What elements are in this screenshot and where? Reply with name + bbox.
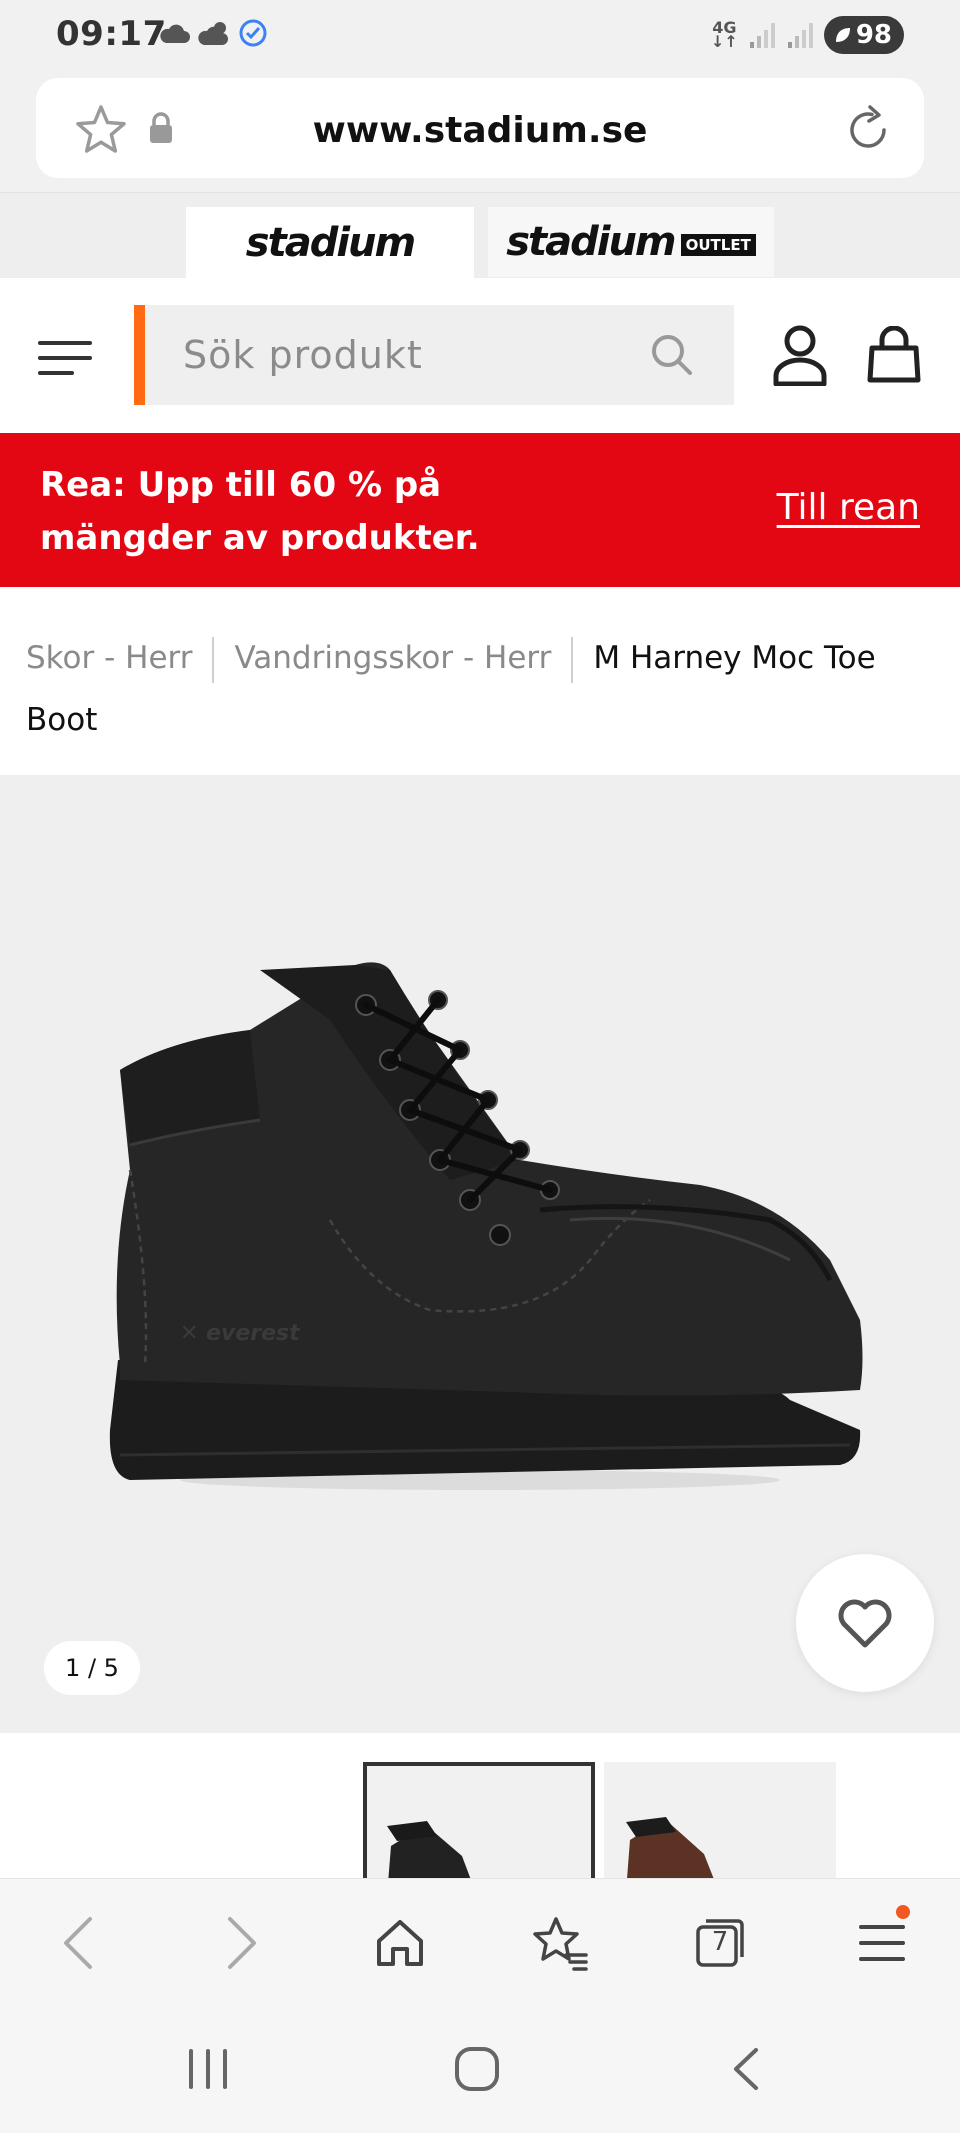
battery-icon: 98 xyxy=(823,16,904,54)
battery-level: 98 xyxy=(855,20,892,50)
system-back-icon xyxy=(734,2048,758,2090)
system-navigation-bar xyxy=(0,2003,960,2133)
home-icon xyxy=(377,1920,423,1966)
stadium-logo: stadium xyxy=(245,220,416,266)
breadcrumb-separator xyxy=(212,636,215,683)
thumbnail-2[interactable] xyxy=(604,1762,836,1878)
network-label: 4G ↓↑ xyxy=(711,20,738,51)
reload-icon[interactable] xyxy=(842,104,894,156)
tab-stadium-outlet[interactable]: stadium OUTLET xyxy=(488,207,774,277)
leaf-icon xyxy=(835,28,850,42)
tabs-button[interactable]: 7 xyxy=(688,1911,752,1975)
check-circle-icon xyxy=(239,19,267,47)
status-time: 09:17 xyxy=(56,14,167,54)
product-image-gallery[interactable]: ✕ everest 1 / 5 xyxy=(0,775,960,1733)
thumbnail-strip xyxy=(0,1733,960,1878)
notification-dot xyxy=(896,1905,910,1919)
hamburger-menu-icon[interactable] xyxy=(38,338,94,378)
thumbnail-1[interactable] xyxy=(363,1762,595,1878)
system-home-icon xyxy=(455,2047,499,2091)
address-bar[interactable]: www.stadium.se xyxy=(36,78,924,178)
cloud-icon xyxy=(160,24,190,43)
breadcrumb-item-shoes-men[interactable]: Skor - Herr xyxy=(26,640,192,676)
browser-toolbar: 7 xyxy=(0,1878,960,2003)
thumbnail-boot-black xyxy=(387,1821,471,1878)
recent-apps-icon xyxy=(189,2049,227,2089)
back-button[interactable] xyxy=(46,1911,110,1975)
status-bar: 09:17 4G ↓↑ 98 xyxy=(0,0,960,72)
boot-embossed-logo: ✕ everest xyxy=(180,1321,301,1346)
status-icons-right: 4G ↓↑ 98 xyxy=(711,16,904,54)
partly-cloudy-icon xyxy=(198,22,228,45)
signal-icon xyxy=(749,23,775,48)
forward-button[interactable] xyxy=(210,1911,274,1975)
outlet-badge: OUTLET xyxy=(680,234,756,256)
search-accent-bar xyxy=(134,305,145,405)
breadcrumb-separator xyxy=(571,636,574,683)
sale-link[interactable]: Till rean xyxy=(777,487,920,528)
bookmarks-button[interactable] xyxy=(528,1911,592,1975)
breadcrumb-item-hiking-shoes-men[interactable]: Vandringsskor - Herr xyxy=(234,640,551,676)
tab-stadium[interactable]: stadium xyxy=(186,207,474,279)
image-counter: 1 / 5 xyxy=(44,1641,140,1695)
favorite-button[interactable] xyxy=(796,1554,934,1692)
signal-icon-2 xyxy=(787,23,813,48)
status-icons-left xyxy=(158,18,268,48)
browser-menu-button[interactable] xyxy=(850,1905,914,1975)
promo-text: Rea: Upp till 60 % på mängder av produkt… xyxy=(40,465,480,558)
search-icon[interactable] xyxy=(650,333,694,377)
user-account-icon[interactable] xyxy=(772,324,828,386)
heart-icon xyxy=(838,1599,892,1648)
shopping-bag-icon[interactable] xyxy=(866,326,922,384)
thumbnail-boot-brown xyxy=(626,1817,714,1878)
breadcrumb: Skor - Herr Vandringsskor - Herr M Harney … xyxy=(26,627,926,751)
promo-banner: Rea: Upp till 60 % på mängder av produkt… xyxy=(0,433,960,587)
site-header xyxy=(0,278,960,433)
store-switcher: stadium stadium OUTLET xyxy=(0,192,960,279)
system-back-button[interactable] xyxy=(716,2039,776,2099)
chevron-right-icon xyxy=(228,1917,256,1969)
url-text[interactable]: www.stadium.se xyxy=(36,110,924,151)
system-home-button[interactable] xyxy=(447,2039,507,2099)
data-arrows-icon: ↓↑ xyxy=(711,32,738,51)
tabs-icon: 7 xyxy=(696,1919,744,1967)
bookmarks-star-icon xyxy=(533,1917,588,1971)
product-image-boot: ✕ everest xyxy=(109,962,863,1490)
home-button[interactable] xyxy=(368,1911,432,1975)
browser-url-area: www.stadium.se xyxy=(0,72,960,192)
search-bar xyxy=(134,305,734,405)
recent-apps-button[interactable] xyxy=(178,2039,238,2099)
chevron-left-icon xyxy=(64,1917,92,1969)
search-input[interactable] xyxy=(145,305,615,405)
menu-lines-icon xyxy=(859,1925,905,1961)
stadium-outlet-logo: stadium xyxy=(506,219,676,265)
tabs-count: 7 xyxy=(711,1927,729,1957)
